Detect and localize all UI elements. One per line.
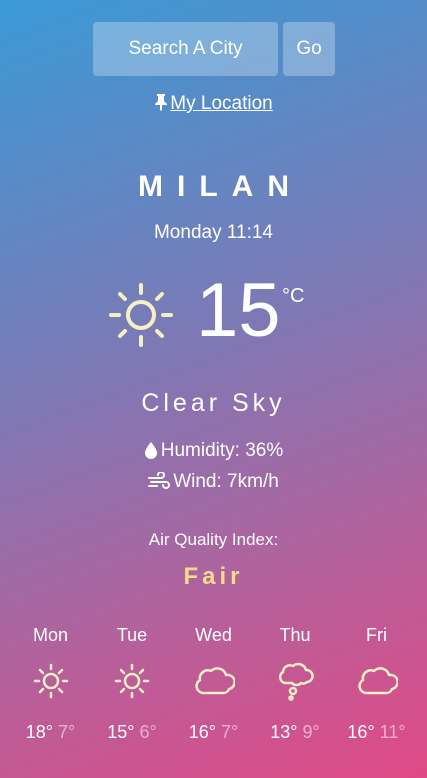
city-name: MILAN	[138, 170, 303, 203]
forecast-day-name: Thu	[279, 625, 311, 645]
my-location-link[interactable]: My Location	[0, 93, 427, 115]
humidity-value: Humidity: 36%	[160, 440, 284, 461]
search-bar: Go	[93, 22, 335, 76]
wind-value: Wind: 7km/h	[173, 471, 279, 492]
current-temperature: 15	[196, 268, 281, 353]
forecast: Mon 18° 7° Tue 15° 6° Wed 16° 7° Thu 13°…	[10, 625, 417, 743]
forecast-low: 7°	[58, 722, 76, 742]
cloud-icon	[194, 667, 235, 695]
forecast-day: Thu 13° 9°	[255, 625, 336, 743]
forecast-day-name: Wed	[195, 625, 232, 645]
forecast-low: 11°	[379, 722, 406, 742]
wind-icon	[148, 471, 171, 489]
forecast-high: 16°	[347, 722, 375, 742]
forecast-day: Wed 16° 7°	[173, 625, 254, 743]
forecast-high: 18°	[25, 722, 53, 742]
my-location-label: My Location	[170, 93, 273, 114]
forecast-low: 7°	[221, 722, 239, 742]
weather-description: Clear Sky	[141, 389, 286, 417]
sun-icon	[109, 283, 173, 347]
thought-cloud-icon	[278, 662, 314, 701]
forecast-high: 13°	[270, 722, 298, 742]
forecast-low: 9°	[302, 722, 320, 742]
forecast-day-name: Fri	[366, 625, 387, 645]
forecast-high: 16°	[188, 722, 216, 742]
humidity-row: Humidity: 36%	[0, 440, 427, 462]
forecast-day-name: Mon	[32, 625, 68, 645]
temperature-unit: °C	[282, 285, 305, 307]
search-input[interactable]	[93, 22, 278, 76]
sun-icon	[33, 663, 68, 699]
wind-row: Wind: 7km/h	[0, 471, 427, 493]
forecast-day-name: Tue	[116, 625, 148, 645]
forecast-high: 15°	[107, 722, 135, 742]
pin-icon	[155, 94, 168, 111]
forecast-day: Tue 15° 6°	[92, 625, 173, 743]
current-datetime: Monday 11:14	[153, 222, 273, 243]
forecast-day: Mon 18° 7°	[10, 625, 91, 743]
forecast-day: Fri 16° 11°	[336, 625, 417, 743]
forecast-low: 6°	[139, 722, 157, 742]
air-quality-label: Air Quality Index:	[148, 530, 279, 549]
droplet-icon	[144, 442, 157, 459]
air-quality-value: Fair	[183, 563, 244, 590]
sun-icon	[114, 663, 150, 699]
current-weather: 15 °C	[0, 269, 427, 355]
cloud-icon	[357, 667, 398, 695]
go-button[interactable]: Go	[283, 22, 335, 76]
